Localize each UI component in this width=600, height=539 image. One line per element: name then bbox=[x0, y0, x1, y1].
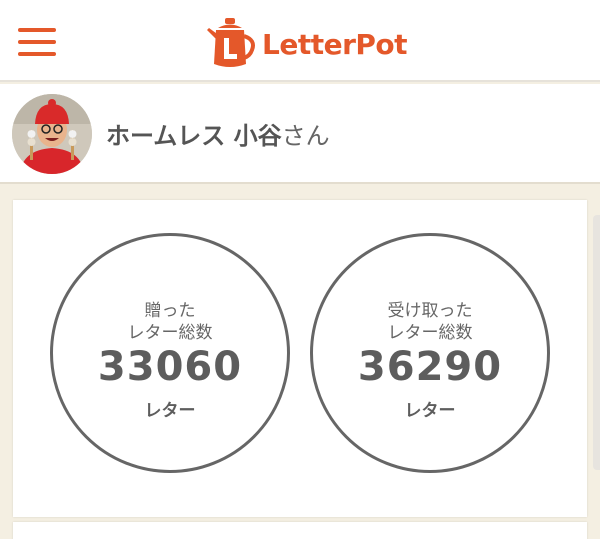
hamburger-menu-icon[interactable] bbox=[18, 26, 56, 58]
user-avatar[interactable] bbox=[12, 94, 92, 174]
scroll-edge bbox=[593, 215, 600, 470]
page: LetterPot ホームレス 小谷さん 贈った レター総数 33060 レター… bbox=[0, 0, 600, 539]
sent-letters-count: 33060 bbox=[97, 344, 243, 390]
received-letters-unit: レター bbox=[404, 401, 456, 421]
app-header: LetterPot bbox=[0, 0, 600, 82]
menu-bar bbox=[18, 52, 56, 56]
sent-letters-stat: 贈った レター総数 33060 レター bbox=[50, 233, 290, 473]
menu-bar bbox=[18, 28, 56, 32]
profile-name: ホームレス 小谷さん bbox=[106, 116, 330, 151]
teapot-letter-icon bbox=[207, 18, 255, 67]
logo-text: LetterPot bbox=[262, 27, 408, 61]
sent-letters-unit: レター bbox=[144, 401, 196, 421]
next-card bbox=[13, 522, 587, 539]
menu-bar bbox=[18, 40, 56, 44]
profile-strip: ホームレス 小谷さん bbox=[0, 84, 600, 184]
app-logo[interactable]: LetterPot bbox=[204, 16, 408, 72]
letter-stats-card: 贈った レター総数 33060 レター 受け取った レター総数 36290 レタ… bbox=[13, 200, 587, 517]
sent-letters-label: 贈った レター総数 bbox=[127, 301, 213, 343]
received-letters-count: 36290 bbox=[357, 344, 503, 390]
received-letters-label: 受け取った レター総数 bbox=[387, 301, 473, 343]
user-name: ホームレス 小谷 bbox=[106, 122, 282, 150]
avatar-image bbox=[12, 94, 92, 174]
user-honorific: さん bbox=[281, 122, 330, 150]
received-letters-stat: 受け取った レター総数 36290 レター bbox=[310, 233, 550, 473]
